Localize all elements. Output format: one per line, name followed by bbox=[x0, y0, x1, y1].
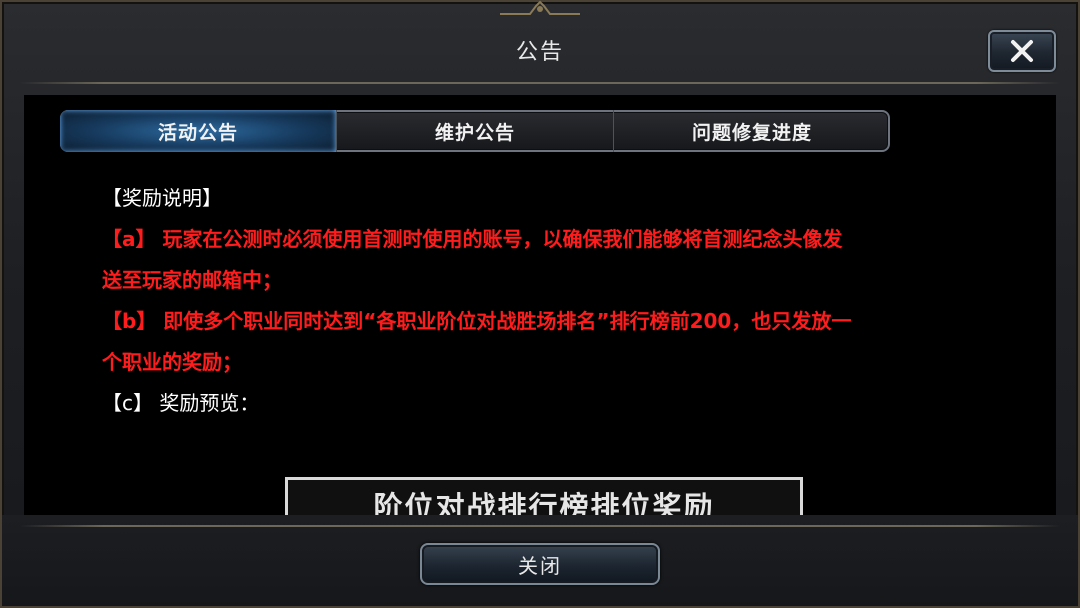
tab-bug-fix-progress[interactable]: 问题修复进度 bbox=[614, 110, 890, 152]
close-x-button[interactable] bbox=[988, 30, 1056, 72]
tab-maintenance-announcement[interactable]: 维护公告 bbox=[337, 110, 614, 152]
item-b-line-1: 【b】 即使多个职业同时达到“各职业阶位对战胜场排名”排行榜前200，也只发放一 bbox=[102, 309, 852, 333]
item-a-line-1: 【a】 玩家在公测时必须使用首测时使用的账号，以确保我们能够将首测纪念头像发 bbox=[102, 227, 843, 251]
announcement-tabs: 活动公告 维护公告 问题修复进度 bbox=[60, 110, 890, 152]
top-ornament-icon bbox=[500, 0, 580, 15]
header-divider bbox=[20, 82, 1060, 84]
footer-divider bbox=[20, 525, 1060, 527]
close-button[interactable]: 关闭 bbox=[420, 543, 660, 585]
reward-heading: 【奖励说明】 bbox=[102, 186, 222, 210]
dialog-title: 公告 bbox=[515, 40, 564, 65]
item-a-line-2: 送至玩家的邮箱中； bbox=[102, 268, 282, 292]
item-b-line-2: 个职业的奖励； bbox=[102, 350, 242, 374]
announcement-body: 【奖励说明】 【a】 玩家在公测时必须使用首测时使用的账号，以确保我们能够将首测… bbox=[102, 178, 992, 424]
close-x-icon bbox=[1011, 40, 1033, 62]
item-c: 【c】 奖励预览： bbox=[102, 391, 260, 415]
tab-event-announcement[interactable]: 活动公告 bbox=[60, 110, 337, 152]
